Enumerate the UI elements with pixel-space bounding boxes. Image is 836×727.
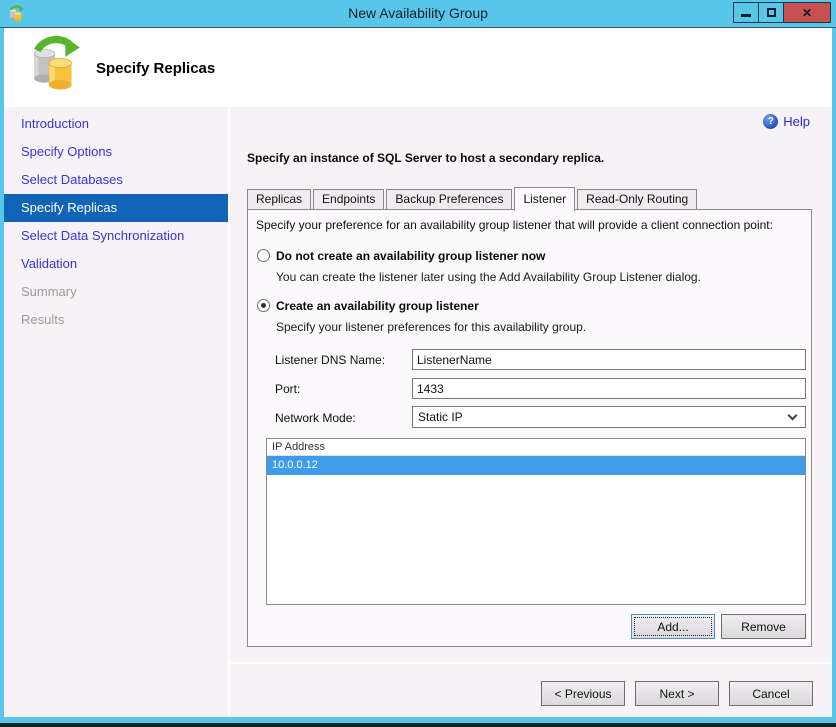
- minimize-button[interactable]: [733, 2, 759, 23]
- replica-tabs: Replicas Endpoints Backup Preferences Li…: [247, 186, 698, 211]
- minimize-icon: [741, 14, 751, 17]
- ip-address-row[interactable]: 10.0.0.12: [267, 456, 805, 475]
- help-link[interactable]: ? Help: [763, 114, 810, 129]
- window-frame-left: [0, 28, 4, 723]
- port-input[interactable]: [412, 378, 806, 399]
- page-title: Specify Replicas: [96, 60, 216, 77]
- cancel-button[interactable]: Cancel: [729, 681, 813, 706]
- new-availability-group-window: New Availability Group ✕ Specify Replica…: [0, 0, 836, 727]
- chevron-down-icon: [787, 410, 798, 421]
- ip-address-list[interactable]: IP Address 10.0.0.12: [266, 438, 806, 605]
- network-mode-label: Network Mode:: [275, 411, 356, 425]
- remove-button[interactable]: Remove: [721, 614, 806, 639]
- sidebar-item-select-databases[interactable]: Select Databases: [4, 166, 228, 194]
- help-label: Help: [783, 114, 810, 129]
- wizard-header: Specify Replicas: [4, 29, 832, 107]
- maximize-icon: [766, 8, 776, 17]
- listener-intro-text: Specify your preference for an availabil…: [256, 218, 773, 232]
- sidebar-item-introduction[interactable]: Introduction: [4, 110, 228, 138]
- maximize-button[interactable]: [758, 2, 784, 23]
- sidebar-item-summary: Summary: [21, 284, 77, 299]
- tab-read-only-routing[interactable]: Read-Only Routing: [577, 189, 698, 210]
- radio-do-not-create-label[interactable]: Do not create an availability group list…: [276, 249, 545, 263]
- window-frame-bottom-edge: [0, 723, 836, 727]
- radio-do-not-create-description: You can create the listener later using …: [276, 270, 701, 284]
- page-instruction: Specify an instance of SQL Server to hos…: [247, 151, 605, 165]
- window-controls: ✕: [733, 2, 831, 23]
- dns-name-label: Listener DNS Name:: [275, 353, 386, 367]
- network-mode-value: Static IP: [418, 410, 463, 424]
- titlebar[interactable]: New Availability Group ✕: [0, 0, 836, 28]
- footer-divider: [230, 662, 832, 664]
- next-button[interactable]: Next >: [635, 681, 719, 706]
- tab-listener[interactable]: Listener: [514, 187, 576, 211]
- sidebar-item-specify-replicas[interactable]: Specify Replicas: [4, 194, 228, 222]
- listener-tab-panel: Specify your preference for an availabil…: [247, 209, 812, 647]
- close-icon: ✕: [801, 5, 813, 20]
- sidebar-item-specify-options[interactable]: Specify Options: [4, 138, 228, 166]
- window-title: New Availability Group: [348, 5, 488, 21]
- wizard-body: Introduction Specify Options Select Data…: [4, 107, 832, 717]
- help-question-icon: ?: [763, 114, 779, 129]
- dns-name-input[interactable]: [412, 349, 806, 370]
- window-frame-right: [832, 28, 836, 723]
- tab-replicas[interactable]: Replicas: [247, 189, 312, 210]
- radio-create-description: Specify your listener preferences for th…: [276, 320, 587, 334]
- main-content: ? Help Specify an instance of SQL Server…: [230, 107, 832, 717]
- previous-button[interactable]: < Previous: [541, 681, 625, 706]
- tab-endpoints[interactable]: Endpoints: [313, 189, 385, 210]
- radio-create-label[interactable]: Create an availability group listener: [276, 299, 479, 313]
- add-button[interactable]: Add...: [631, 614, 715, 639]
- close-button[interactable]: ✕: [783, 2, 831, 23]
- sidebar-item-select-data-sync[interactable]: Select Data Synchronization: [4, 222, 228, 250]
- tab-backup-preferences[interactable]: Backup Preferences: [386, 189, 513, 210]
- radio-create-listener[interactable]: [257, 299, 270, 312]
- radio-do-not-create-listener[interactable]: [257, 249, 270, 262]
- wizard-steps-sidebar: Introduction Specify Options Select Data…: [4, 107, 228, 717]
- availability-group-icon: [33, 36, 80, 90]
- network-mode-dropdown[interactable]: Static IP: [412, 406, 806, 428]
- sidebar-item-results: Results: [21, 312, 65, 327]
- sidebar-item-validation[interactable]: Validation: [4, 250, 228, 278]
- port-label: Port:: [275, 382, 301, 396]
- ip-address-column-header: IP Address: [267, 439, 805, 456]
